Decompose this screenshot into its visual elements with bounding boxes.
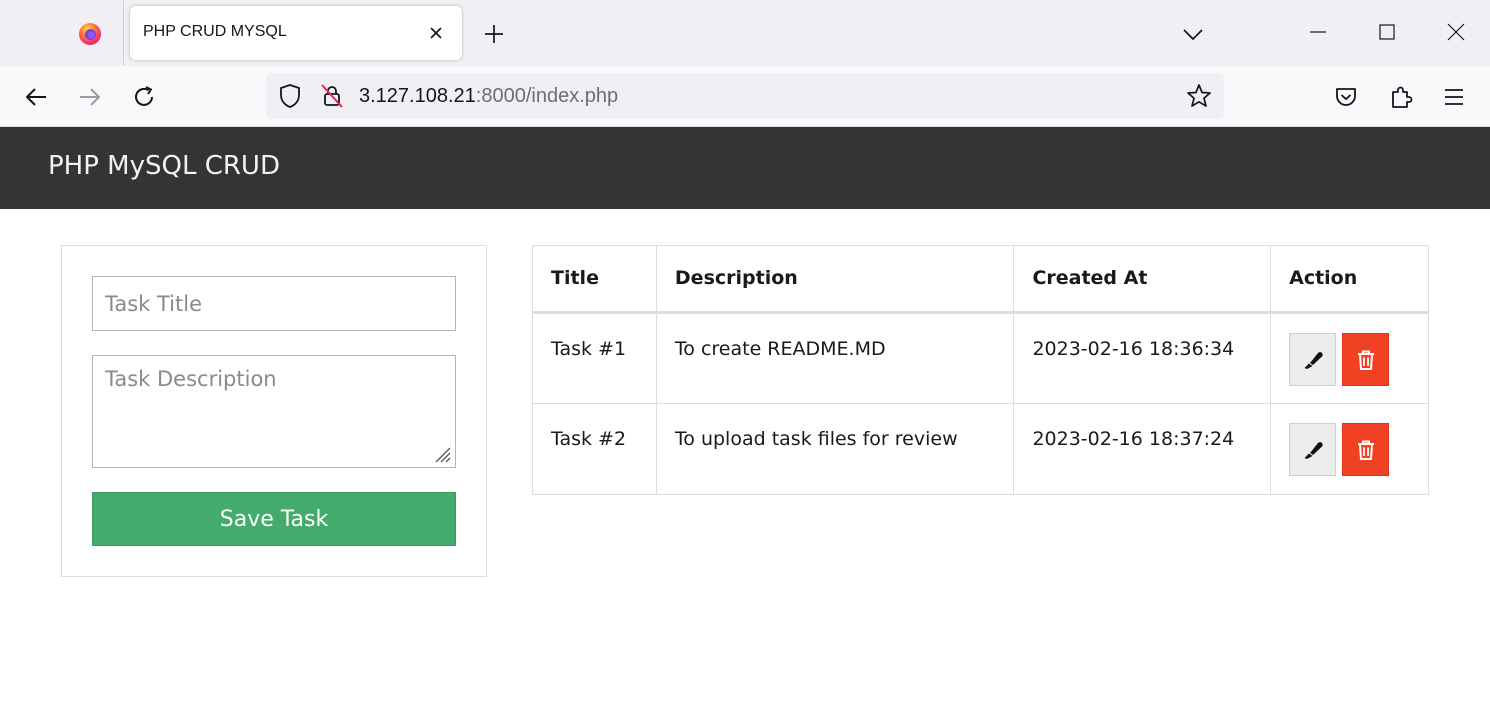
app-header: PHP MySQL CRUD bbox=[0, 127, 1490, 209]
column-header-description: Description bbox=[655, 245, 1015, 314]
task-actions-cell bbox=[1270, 312, 1429, 404]
edit-task-button[interactable] bbox=[1289, 423, 1337, 476]
close-icon[interactable] bbox=[426, 23, 446, 43]
table-header-row: Title Description Created At Action bbox=[532, 245, 1429, 314]
edit-task-button[interactable] bbox=[1289, 333, 1337, 386]
trash-icon bbox=[1358, 350, 1375, 370]
insecure-lock-icon[interactable] bbox=[318, 82, 346, 110]
back-arrow-icon[interactable] bbox=[22, 83, 50, 111]
extensions-icon[interactable] bbox=[1387, 83, 1415, 111]
delete-task-button[interactable] bbox=[1342, 333, 1390, 386]
chevron-down-icon[interactable] bbox=[1181, 22, 1205, 46]
column-header-title: Title bbox=[532, 245, 657, 314]
maximize-icon[interactable] bbox=[1375, 20, 1399, 44]
shield-icon[interactable] bbox=[276, 82, 304, 110]
task-title-cell: Task #2 bbox=[532, 403, 657, 495]
brand-title[interactable]: PHP MySQL CRUD bbox=[48, 151, 280, 181]
firefox-icon[interactable] bbox=[78, 22, 102, 46]
save-task-button[interactable]: Save Task bbox=[92, 492, 456, 546]
menu-icon[interactable] bbox=[1440, 83, 1468, 111]
close-window-icon[interactable] bbox=[1444, 20, 1468, 44]
browser-tab[interactable]: PHP CRUD MYSQL bbox=[130, 6, 462, 60]
task-title-cell: Task #1 bbox=[532, 312, 657, 404]
tab-title: PHP CRUD MYSQL bbox=[143, 23, 287, 40]
task-description-input[interactable] bbox=[92, 355, 456, 468]
reload-icon[interactable] bbox=[130, 83, 158, 111]
task-created-at-cell: 2023-02-16 18:36:34 bbox=[1013, 312, 1272, 404]
browser-nav-bar: 3.127.108.21:8000/index.php bbox=[0, 66, 1490, 127]
table-row: Task #2 To upload task files for review … bbox=[532, 403, 1429, 495]
forward-arrow-icon[interactable] bbox=[76, 83, 104, 111]
tab-separator bbox=[123, 0, 124, 66]
tasks-table: Title Description Created At Action Task… bbox=[532, 245, 1429, 495]
url-path: :8000/index.php bbox=[475, 85, 619, 107]
browser-tab-strip: PHP CRUD MYSQL bbox=[0, 0, 1490, 66]
column-header-action: Action bbox=[1270, 245, 1429, 314]
marker-icon bbox=[1304, 352, 1323, 369]
task-title-input[interactable] bbox=[92, 276, 456, 331]
task-form-card: Save Task bbox=[61, 245, 487, 577]
minimize-icon[interactable] bbox=[1306, 20, 1330, 44]
pocket-icon[interactable] bbox=[1332, 83, 1360, 111]
task-description-cell: To create README.MD bbox=[655, 312, 1015, 404]
url-bar[interactable]: 3.127.108.21:8000/index.php bbox=[266, 73, 1224, 119]
delete-task-button[interactable] bbox=[1342, 423, 1390, 476]
task-actions-cell bbox=[1270, 403, 1429, 495]
star-icon[interactable] bbox=[1185, 82, 1213, 110]
plus-icon[interactable] bbox=[482, 22, 506, 46]
task-created-at-cell: 2023-02-16 18:37:24 bbox=[1013, 403, 1272, 495]
column-header-created-at: Created At bbox=[1013, 245, 1272, 314]
url-text[interactable]: 3.127.108.21:8000/index.php bbox=[359, 85, 618, 108]
task-description-cell: To upload task files for review bbox=[655, 403, 1015, 495]
url-host: 3.127.108.21 bbox=[359, 85, 476, 107]
table-row: Task #1 To create README.MD 2023-02-16 1… bbox=[532, 312, 1429, 404]
trash-icon bbox=[1358, 440, 1375, 460]
marker-icon bbox=[1304, 442, 1323, 459]
